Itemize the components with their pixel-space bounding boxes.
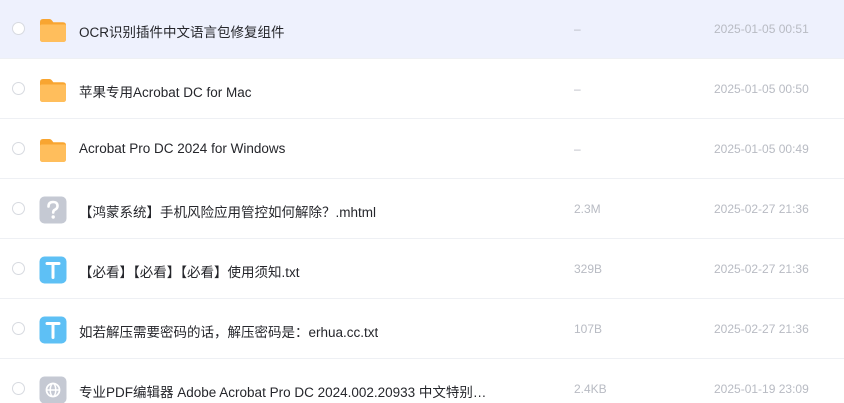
file-date: 2025-02-27 21:36 [714,322,809,336]
web-file-icon [39,376,67,403]
file-size: – [574,82,581,96]
file-date: 2025-02-27 21:36 [714,262,809,276]
row-checkbox[interactable] [12,82,25,95]
folder-icon [39,76,67,104]
file-row[interactable]: 苹果专用Acrobat DC for Mac – 2025-01-05 00:5… [0,60,844,119]
folder-icon [39,16,67,44]
row-checkbox[interactable] [12,202,25,215]
text-file-icon [39,316,67,344]
folder-icon [39,136,67,164]
file-name[interactable]: 【必看】【必看】【必看】使用须知.txt [79,261,300,281]
unknown-file-icon [39,196,67,224]
file-date: 2025-02-27 21:36 [714,202,809,216]
file-size: – [574,142,581,156]
file-date: 2025-01-19 23:09 [714,382,809,396]
file-date: 2025-01-05 00:51 [714,22,809,36]
row-checkbox[interactable] [12,322,25,335]
file-size: 329B [574,262,603,276]
file-size: 107B [574,322,603,336]
file-row[interactable]: 【鸿蒙系统】手机风险应用管控如何解除？.mhtml 2.3M 2025-02-2… [0,180,844,239]
row-checkbox[interactable] [12,142,25,155]
row-checkbox[interactable] [12,22,25,35]
file-name[interactable]: 专业PDF编辑器 Adobe Acrobat Pro DC 2024.002.2… [79,381,486,401]
file-row[interactable]: 专业PDF编辑器 Adobe Acrobat Pro DC 2024.002.2… [0,360,844,403]
file-name[interactable]: Acrobat Pro DC 2024 for Windows [79,141,285,156]
text-file-icon [39,256,67,284]
file-row[interactable]: OCR识别插件中文语言包修复组件 – 2025-01-05 00:51 [0,0,844,59]
file-row[interactable]: Acrobat Pro DC 2024 for Windows – 2025-0… [0,120,844,179]
file-size: 2.3M [574,202,601,216]
file-name[interactable]: 苹果专用Acrobat DC for Mac [79,81,252,101]
file-size: 2.4KB [574,382,607,396]
row-checkbox[interactable] [12,262,25,275]
file-size: – [574,22,581,36]
file-row[interactable]: 【必看】【必看】【必看】使用须知.txt 329B 2025-02-27 21:… [0,240,844,299]
file-name[interactable]: OCR识别插件中文语言包修复组件 [79,21,285,41]
file-name[interactable]: 【鸿蒙系统】手机风险应用管控如何解除？.mhtml [79,201,376,221]
file-list: OCR识别插件中文语言包修复组件 – 2025-01-05 00:51 苹果专用… [0,0,844,403]
file-date: 2025-01-05 00:49 [714,142,809,156]
file-date: 2025-01-05 00:50 [714,82,809,96]
row-checkbox[interactable] [12,382,25,395]
file-row[interactable]: 如若解压需要密码的话，解压密码是：erhua.cc.txt 107B 2025-… [0,300,844,359]
file-name[interactable]: 如若解压需要密码的话，解压密码是：erhua.cc.txt [79,321,378,341]
